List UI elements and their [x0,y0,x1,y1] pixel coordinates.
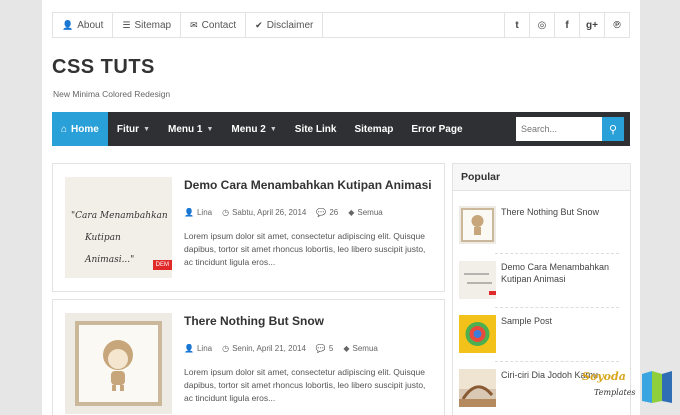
nav-item-home[interactable]: ⌂ Home [52,112,108,146]
user-icon: 👤 [184,344,194,353]
nav-item-fitur[interactable]: Fitur ▼ [108,112,159,146]
post-date: Senin, April 21, 2014 [232,344,306,353]
tag-icon: ◆ [343,344,350,353]
nav-item-site-link[interactable]: Site Link [286,112,346,146]
post-date: Sabtu, April 26, 2014 [232,208,307,217]
nav-item-label: Error Page [411,123,463,135]
popular-thumbnail[interactable] [459,315,496,353]
twitter-icon[interactable]: t [504,13,529,37]
user-icon: 👤 [184,208,194,217]
tag-icon: ◆ [348,208,355,217]
divider [495,253,619,254]
facebook-icon[interactable]: f [554,13,579,37]
topbar-link-contact[interactable]: ✉ Contact [181,13,247,37]
post-excerpt: Lorem ipsum dolor sit amet, consectetur … [184,231,426,267]
nav-item-menu-1[interactable]: Menu 1 ▼ [159,112,222,146]
snow-illustration [75,321,162,406]
divider [495,307,619,308]
post-thumbnail[interactable]: "Cara Menambahkan Kutipan Animasi..." DE… [65,177,172,278]
nav-item-label: Menu 1 [168,123,203,135]
post-card: There Nothing But Snow 👤 Lina ◷ Senin, Apr… [52,299,445,415]
topbar-link-about[interactable]: 👤 About [53,13,114,37]
topbar-link-label: Sitemap [134,19,172,31]
topbar-link-label: Disclaimer [266,19,314,31]
post-title[interactable]: Demo Cara Menambahkan Kutipan Animasi [184,178,432,192]
topbar-link-sitemap[interactable]: ☰ Sitemap [113,13,182,37]
divider [495,361,619,362]
nav-item-label: Home [71,123,99,135]
list-icon: ☰ [122,19,131,30]
site-title[interactable]: CSS TUTS [52,56,155,79]
post-excerpt: Lorem ipsum dolor sit amet, consectetur … [184,367,426,403]
top-bar: 👤 About ☰ Sitemap ✉ Contact ✔ Disclaimer… [52,12,630,38]
post-label[interactable]: Semua [353,344,378,353]
post-label[interactable]: Semua [357,208,382,217]
post-meta: 👤 Lina ◷ Senin, April 21, 2014 💬 5 ◆ Semua [184,344,378,353]
post-comments[interactable]: 26 [329,208,338,217]
popular-title[interactable]: There Nothing But Snow [501,206,621,218]
popular-thumbnail[interactable] [459,369,496,407]
popular-heading: Popular [453,164,630,191]
popular-title[interactable]: Demo Cara Menambahkan Kutipan Animasi [501,261,621,285]
caret-down-icon: ▼ [143,125,150,133]
social-links: t ◎ f g+ ℗ [504,13,629,37]
post-card: "Cara Menambahkan Kutipan Animasi..." DE… [52,163,445,292]
user-icon: 👤 [62,19,74,30]
topbar-link-label: Contact [201,19,237,31]
book-icon [642,371,672,403]
nav-item-label: Sitemap [354,123,394,135]
search-button[interactable]: ⚲ [602,117,624,141]
comments-icon: 💬 [315,344,326,353]
topbar-link-disclaimer[interactable]: ✔ Disclaimer [246,13,324,37]
search-icon: ⚲ [608,123,618,136]
popular-thumbnail[interactable] [459,261,496,299]
caret-down-icon: ▼ [206,125,214,133]
nav-item-error-page[interactable]: Error Page [402,112,471,146]
character-illustration [103,340,133,391]
site-tagline: New Minima Colored Redesign [53,89,171,99]
clock-icon: ◷ [222,344,230,353]
post-comments[interactable]: 5 [329,344,333,353]
nav-item-label: Fitur [116,123,140,135]
search-input[interactable] [516,117,602,141]
post-meta: 👤 Lina ◷ Sabtu, April 26, 2014 💬 26 ◆ Semua [184,208,383,217]
page: 👤 About ☰ Sitemap ✉ Contact ✔ Disclaimer… [42,0,640,415]
check-circle-icon: ✔ [255,19,263,30]
nav-item-menu-2[interactable]: Menu 2 ▼ [222,112,285,146]
nav-item-sitemap[interactable]: Sitemap [345,112,402,146]
post-thumbnail[interactable] [65,313,172,414]
pinterest-icon[interactable]: ℗ [604,13,629,37]
watermark-logo: Soyoda Templates [576,366,676,408]
post-title[interactable]: There Nothing But Snow [184,314,324,328]
clock-icon: ◷ [222,208,230,217]
main-nav: ⌂ Home Fitur ▼ Menu 1 ▼ Menu 2 ▼ Site Li… [52,112,630,146]
popular-thumbnail[interactable] [459,206,496,244]
instagram-icon[interactable]: ◎ [529,13,554,37]
post-author[interactable]: Lina [197,344,212,353]
demo-tag: DEM [152,260,172,270]
search-box: ⚲ [516,117,624,141]
envelope-icon: ✉ [190,19,198,30]
watermark-text: Soyoda [582,370,626,383]
watermark-subtext: Templates [594,388,636,397]
home-icon: ⌂ [61,123,68,135]
caret-down-icon: ▼ [269,125,277,133]
nav-item-label: Site Link [294,123,337,135]
post-author[interactable]: Lina [197,208,212,217]
topbar-link-label: About [77,19,104,31]
nav-item-label: Menu 2 [231,123,266,135]
popular-title[interactable]: Sample Post [501,315,621,327]
comments-icon: 💬 [316,208,327,217]
google-plus-icon[interactable]: g+ [579,13,604,37]
